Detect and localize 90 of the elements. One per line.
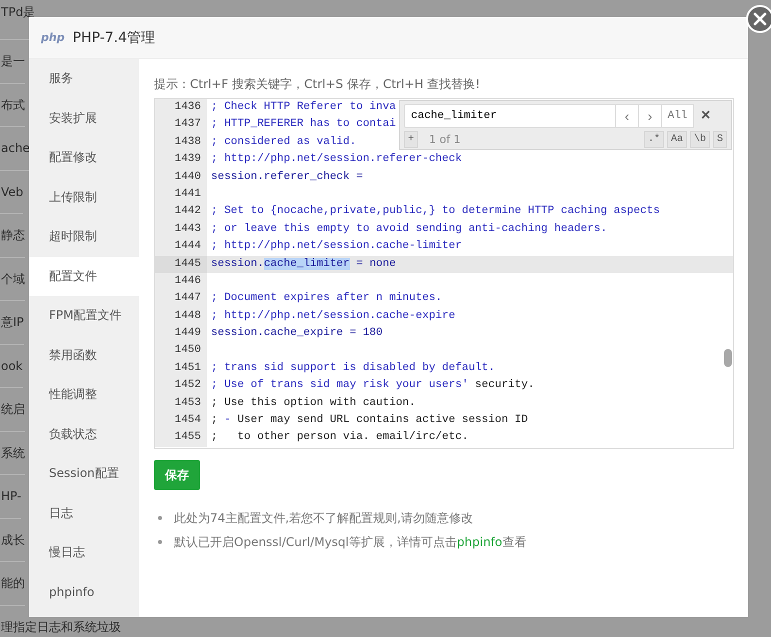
note-text: 默认已开启Openssl/Curl/Mysql等扩展，详情可点击phpinfo查看 (174, 534, 526, 550)
note-text: 此处为74主配置文件,若您不了解配置规则,请勿随意修改 (174, 510, 473, 526)
background-list-row: 能的 (0, 562, 25, 606)
code-text: = none (355, 258, 396, 270)
sidebar-item[interactable]: Session配置 (29, 454, 139, 494)
search-match: cache_limiter (264, 258, 350, 270)
sidebar-item[interactable]: 安装扩展 (29, 98, 139, 138)
code-text: ; Document expires after n minutes. (211, 292, 442, 304)
line-number: 1441 (155, 186, 207, 204)
line-number: 1451 (155, 360, 207, 378)
add-button[interactable]: + (404, 130, 418, 148)
sidebar-item[interactable]: 日志 (29, 494, 139, 533)
bullet-icon (158, 540, 162, 544)
code-text: session.cache_expire = 180 (211, 327, 383, 340)
code-text: ; Set to {nocache,private,public,} to determine HTTP caching aspects (211, 205, 660, 218)
line-number: 1452 (155, 377, 207, 395)
sidebar-item[interactable]: phpinfo (29, 572, 139, 612)
background-list-row: 个域 (0, 258, 25, 301)
background-list-row: 静态 (0, 214, 25, 258)
line-number: 1438 (155, 134, 207, 152)
code-text: ; or leave this empty to avoid sending anti-caching headers. (211, 222, 608, 235)
bullet-icon (158, 516, 162, 520)
match-count: 1 of 1 (429, 132, 461, 146)
sidebar-item[interactable]: FPM配置文件 (29, 296, 139, 336)
code-text: security. (474, 379, 534, 392)
line-number: 1453 (155, 394, 207, 412)
next-button[interactable]: › (639, 104, 662, 128)
background-list-row: HP- (0, 475, 22, 518)
code-text: ; Check HTTP Referer to inva (211, 101, 396, 113)
search-option-button[interactable]: .* (644, 130, 664, 148)
code-text: session. (211, 258, 264, 270)
line-number: 1445 (155, 256, 207, 273)
line-number: 1436 (155, 99, 207, 116)
code-text: ; considered as valid. (211, 136, 356, 148)
line-number: 1444 (155, 238, 207, 256)
sidebar-item[interactable]: 服务 (29, 59, 139, 98)
code-text: ; to other person via. email/irc/etc. (211, 431, 468, 444)
code-text: ; Use this option with caution. (211, 396, 416, 409)
code-text: ; http://php.net/session.referer-check (211, 153, 462, 166)
hint-text: 提示：Ctrl+F 搜索关键字，Ctrl+S 保存，Ctrl+H 查找替换! (154, 76, 482, 92)
code-text: ; (211, 414, 219, 426)
code-text: ; trans sid support is disabled by default. (211, 362, 495, 374)
close-button[interactable] (746, 5, 771, 33)
line-number: 1455 (155, 429, 207, 447)
line-number: 1454 (155, 412, 207, 430)
close-search-button[interactable]: × (698, 107, 714, 125)
sidebar-item[interactable]: 配置文件 (29, 256, 139, 296)
line-number: 1449 (155, 325, 207, 342)
code-text: User may send URL contains active session ID (236, 414, 528, 426)
sidebar-item[interactable]: 禁用函数 (29, 336, 139, 375)
search-field[interactable]: cache_limiter (404, 104, 616, 128)
scrollbar-thumb[interactable] (724, 349, 732, 367)
code-text: ; Use of trans sid may risk your users' (211, 379, 468, 392)
line-number: 1442 (155, 203, 207, 221)
background-list-row: 意IP (0, 301, 24, 344)
line-number: 1437 (155, 116, 207, 134)
previous-button[interactable]: ‹ (616, 104, 639, 128)
php-logo: php (41, 31, 65, 44)
line-number: 1448 (155, 308, 207, 326)
sidebar-item[interactable]: 慢日志 (29, 533, 139, 572)
sidebar-item[interactable]: 性能调整 (29, 375, 139, 414)
code-text: ; http://php.net/session.cache-limiter (211, 240, 462, 252)
dialog-title: PHP-7.4管理 (72, 28, 156, 46)
line-number: 1439 (155, 151, 207, 169)
code-text: ; http://php.net/session.cache-expire (211, 310, 456, 322)
background-list-row: 系统 (0, 432, 25, 475)
background-list-row: ook (0, 344, 23, 388)
code-text: - (224, 414, 231, 426)
background-list-row: 布式 (0, 84, 25, 127)
line-number: 1450 (155, 342, 207, 360)
sidebar-item[interactable]: 负载状态 (29, 414, 139, 454)
sidebar-item[interactable]: 配置修改 (29, 138, 139, 178)
background-list-row: 是一 (0, 40, 25, 84)
search-option-button[interactable]: \b (690, 130, 710, 148)
close-icon (753, 12, 767, 26)
all-button[interactable]: All (662, 104, 694, 128)
background-list-row: 成长 (0, 518, 25, 562)
line-number: 1443 (155, 220, 207, 238)
sidebar-item[interactable]: 超时限制 (29, 217, 139, 256)
background-list-row: 统启 (0, 388, 25, 432)
search-option-button[interactable]: S (712, 130, 727, 148)
line-number: 1447 (155, 290, 207, 308)
code-text: session.referer_check = (211, 170, 363, 183)
code-text: ; HTTP_REFERER has to contai (211, 118, 396, 130)
code-editor[interactable] (154, 98, 734, 449)
sidebar-item[interactable]: 上传限制 (29, 178, 139, 217)
line-number: 1446 (155, 272, 207, 290)
search-option-button[interactable]: Aa (666, 130, 687, 148)
background-list-row: Veb (0, 170, 24, 214)
line-number: 1440 (155, 168, 207, 186)
